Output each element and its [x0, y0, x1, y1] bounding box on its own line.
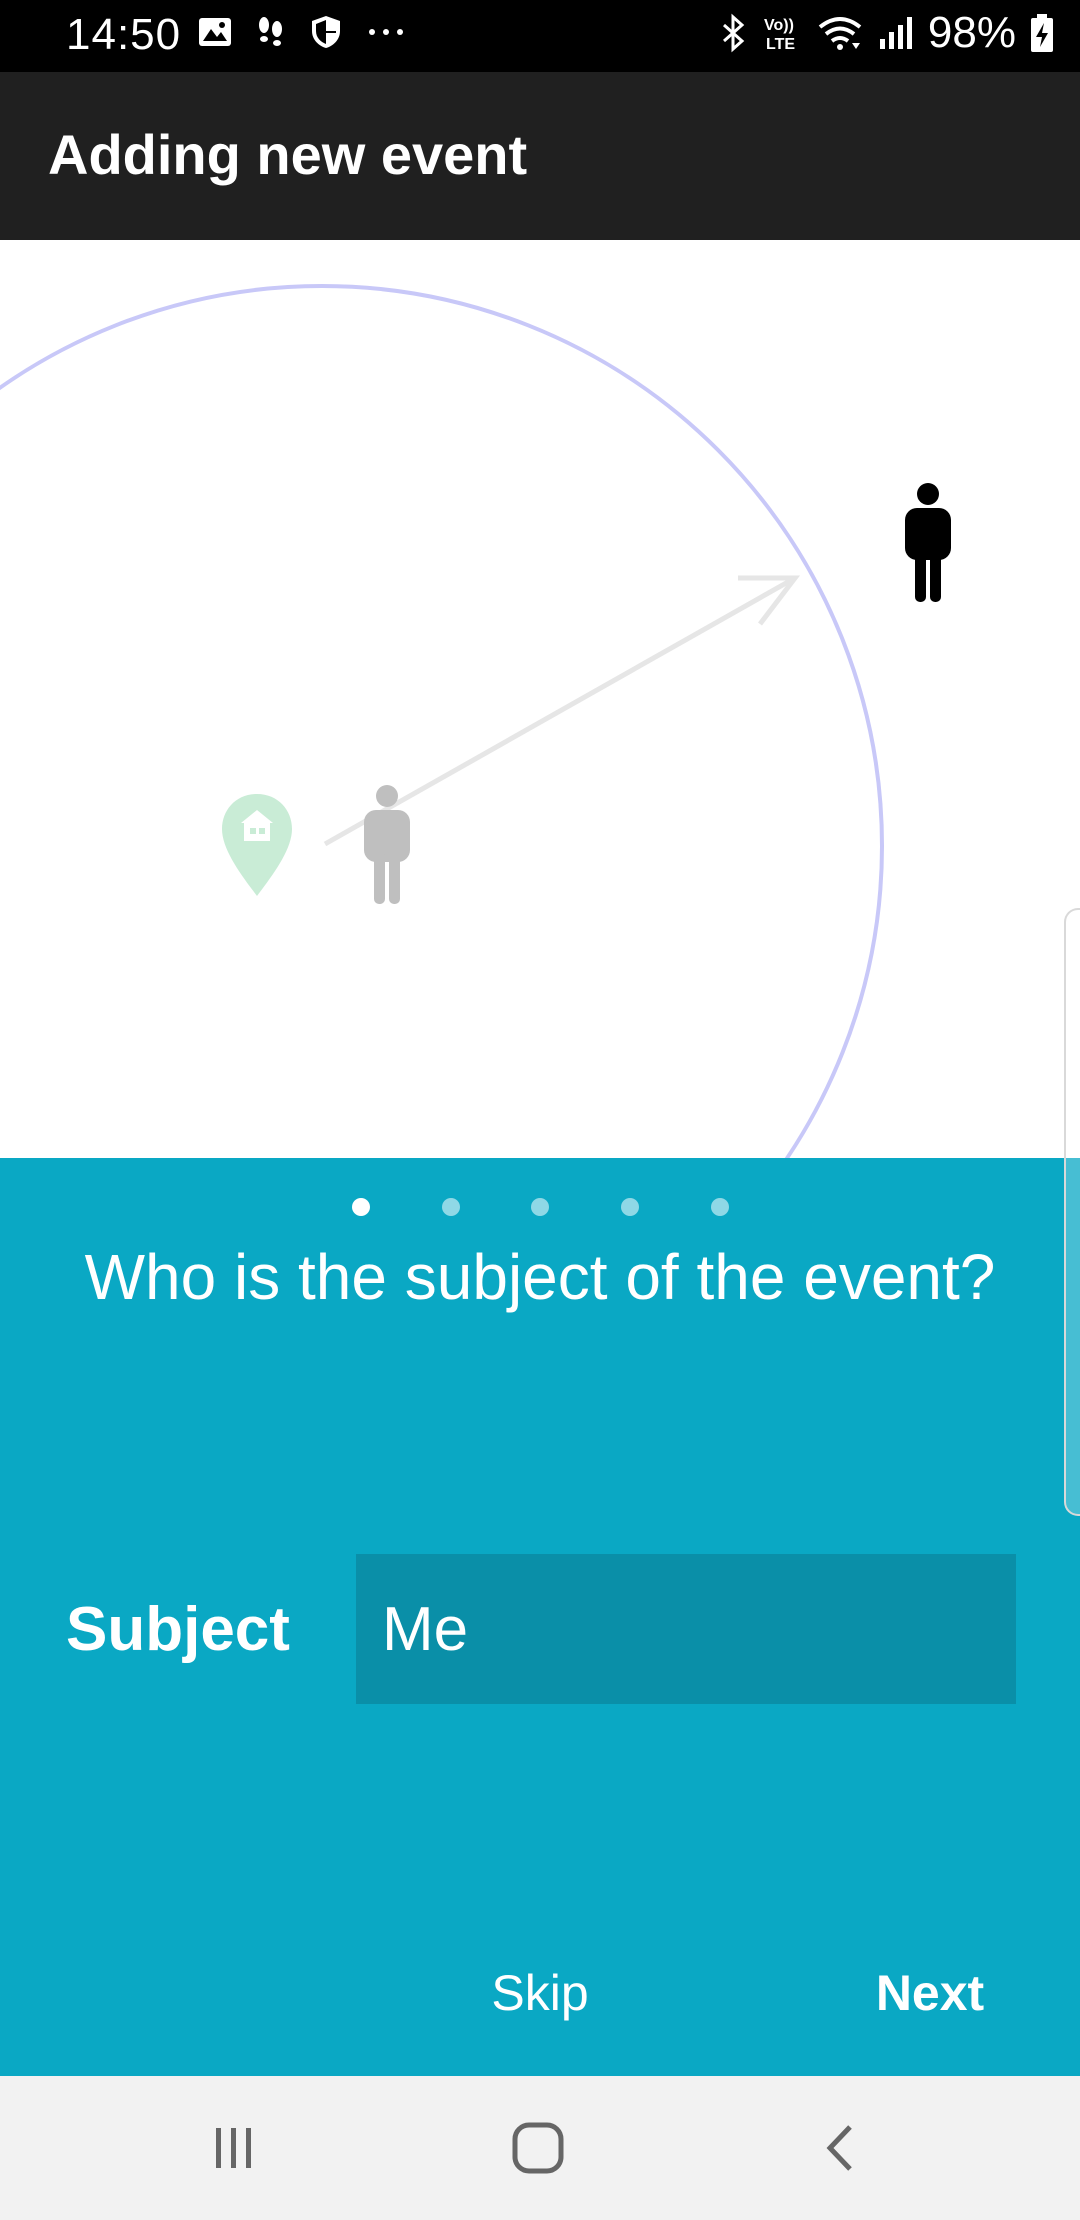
battery-charging-icon [1031, 14, 1053, 52]
back-icon [826, 2125, 852, 2171]
edge-panel-handle[interactable] [1064, 908, 1080, 1516]
home-button[interactable] [478, 2106, 598, 2190]
person-black-icon [905, 483, 951, 602]
back-button[interactable] [780, 2106, 900, 2190]
pager-dot [531, 1198, 549, 1216]
home-location-pin-icon [222, 794, 292, 896]
recent-apps-button[interactable] [174, 2106, 294, 2190]
question-text: Who is the subject of the event? [84, 1241, 996, 1313]
shield-icon [312, 16, 340, 48]
illustration-canvas [0, 284, 951, 1158]
pager-dot [621, 1198, 639, 1216]
pager-dots [0, 1198, 1080, 1218]
battery-percent: 98% [927, 8, 1016, 57]
subject-label: Subject [66, 1595, 290, 1664]
gallery-icon [199, 18, 231, 46]
bluetooth-icon [722, 13, 745, 53]
wifi-icon [818, 17, 862, 50]
signal-icon [879, 17, 912, 49]
range-circle [0, 284, 884, 1158]
next-button[interactable]: Next [840, 1964, 1020, 2022]
svg-text:Vo)): Vo)) [764, 17, 794, 34]
status-left-icons [198, 14, 406, 50]
arrow-icon [323, 575, 801, 847]
nav-bar [0, 2076, 1080, 2220]
svg-text:LTE: LTE [766, 36, 795, 53]
status-time: 14:50 [66, 10, 182, 59]
event-illustration [0, 240, 1080, 1158]
person-grey-icon [364, 785, 410, 904]
status-right: Vo)) LTE 98% [718, 8, 1054, 58]
more-icon [369, 29, 403, 35]
pager-dot-active [352, 1198, 370, 1216]
subject-input[interactable] [356, 1554, 1016, 1704]
pager-dot [442, 1198, 460, 1216]
recent-apps-icon [216, 2128, 251, 2168]
footsteps-icon [259, 17, 282, 46]
pager-dot [711, 1198, 729, 1216]
home-icon [512, 2122, 564, 2174]
status-bar: 14:50 Vo)) LTE 98% [0, 0, 1080, 72]
skip-button[interactable]: Skip [440, 1964, 640, 2022]
volte-icon: Vo)) LTE [764, 17, 795, 53]
page-title: Adding new event [48, 123, 528, 186]
